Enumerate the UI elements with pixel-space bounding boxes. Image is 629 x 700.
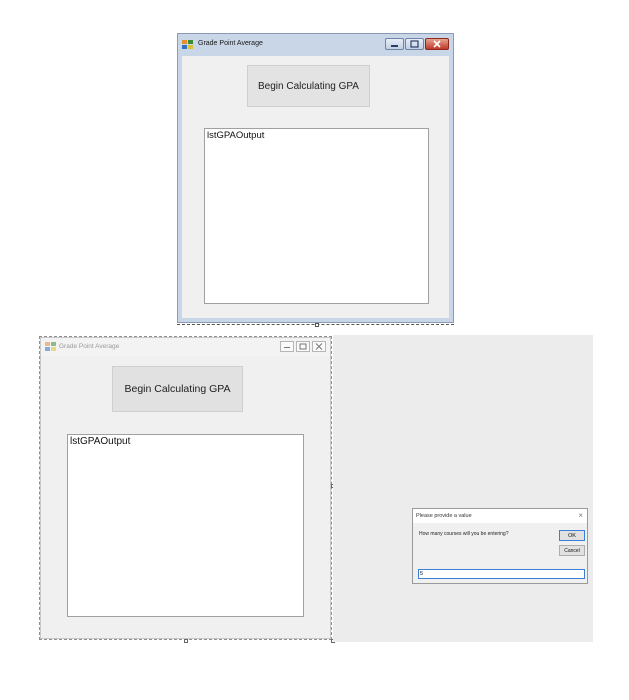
gpa-window-running: Grade Point Average Begin Calculating GP… <box>177 33 454 327</box>
maximize-icon <box>299 343 307 350</box>
minimize-icon <box>391 45 398 47</box>
caption-buttons <box>280 341 326 352</box>
window-client-area: Begin Calculating GPA lstGPAOutput <box>182 56 449 318</box>
close-icon[interactable]: × <box>578 511 583 521</box>
title-bar[interactable]: Grade Point Average <box>41 338 330 356</box>
maximize-icon <box>410 40 419 48</box>
minimize-button[interactable] <box>280 341 294 352</box>
close-icon <box>433 40 441 48</box>
caption-buttons <box>385 38 449 50</box>
maximize-button[interactable] <box>296 341 310 352</box>
listbox-label: lstGPAOutput <box>207 130 265 141</box>
input-dialog: Please provide a value × How many course… <box>412 508 588 584</box>
minimize-icon <box>284 347 290 348</box>
dialog-backdrop <box>333 335 593 642</box>
window-title: Grade Point Average <box>59 343 120 350</box>
close-button[interactable] <box>312 341 326 352</box>
gpa-output-listbox[interactable]: lstGPAOutput <box>204 128 429 304</box>
gpa-window-designer: Grade Point Average Begin Calculating GP… <box>39 336 335 643</box>
listbox-label: lstGPAOutput <box>70 436 131 447</box>
value-input[interactable] <box>418 569 585 579</box>
gpa-output-listbox[interactable]: lstGPAOutput <box>67 434 304 617</box>
app-icon <box>182 40 193 49</box>
window-title: Grade Point Average <box>198 40 263 47</box>
dialog-prompt: How many courses will you be entering? <box>419 531 509 537</box>
close-button[interactable] <box>425 38 449 50</box>
dialog-title-bar[interactable]: Please provide a value × <box>413 509 587 523</box>
cancel-button[interactable]: Cancel <box>559 545 585 556</box>
ok-button[interactable]: OK <box>559 530 585 541</box>
resize-grip[interactable] <box>315 323 319 327</box>
resize-grip-bottom[interactable] <box>184 639 188 643</box>
maximize-button[interactable] <box>405 38 424 50</box>
dialog-title: Please provide a value <box>416 513 472 519</box>
app-icon <box>45 342 56 351</box>
minimize-button[interactable] <box>385 38 404 50</box>
close-icon <box>315 343 323 350</box>
begin-calculating-gpa-button[interactable]: Begin Calculating GPA <box>247 65 370 107</box>
title-bar[interactable]: Grade Point Average <box>178 34 453 56</box>
begin-calculating-gpa-button[interactable]: Begin Calculating GPA <box>112 366 243 412</box>
